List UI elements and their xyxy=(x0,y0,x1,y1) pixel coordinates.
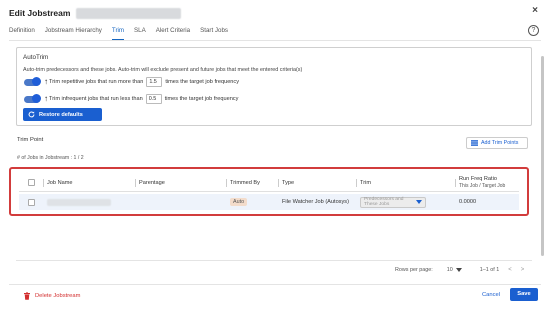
autotrim-description: Auto-trim predecessors and these jobs. A… xyxy=(23,67,303,73)
restore-defaults-label: Restore defaults xyxy=(39,111,83,118)
header-run-freq-ratio[interactable]: Run Freq Ratio This Job / Target Job xyxy=(459,175,505,190)
chevron-down-icon xyxy=(416,200,422,204)
pagination: Rows per page: 10 1–1 of 1 < > xyxy=(395,265,524,275)
tab-bar: Definition Jobstream Hierarchy Trim SLA … xyxy=(9,26,238,40)
run-freq-value: 0.0000 xyxy=(459,199,477,205)
tab-definition[interactable]: Definition xyxy=(9,26,35,40)
tabs-divider xyxy=(9,40,541,41)
delete-jobstream-button[interactable]: Delete Jobstream xyxy=(24,292,80,300)
table-row[interactable]: Auto File Watcher Job (Autosys) Predeces… xyxy=(19,194,519,210)
rows-per-page-select[interactable]: 10 xyxy=(447,267,462,273)
tab-start-jobs[interactable]: Start Jobs xyxy=(200,26,228,40)
save-button[interactable]: Save xyxy=(510,288,538,301)
column-divider xyxy=(278,179,279,187)
trim-point-grid: Job Name Parentage Trimmed By Type Trim … xyxy=(9,167,529,216)
column-divider xyxy=(135,179,136,187)
tab-sla[interactable]: SLA xyxy=(134,26,146,40)
rows-per-page-value: 10 xyxy=(446,267,453,273)
help-icon[interactable]: ? xyxy=(528,25,539,36)
header-trim[interactable]: Trim xyxy=(360,175,371,190)
header-trimmed-by[interactable]: Trimmed By xyxy=(230,175,260,190)
arrow-up-icon: ↑ xyxy=(44,94,48,103)
arrow-up-icon: ↑ xyxy=(44,77,48,86)
vertical-scrollbar[interactable] xyxy=(541,56,544,256)
column-divider xyxy=(356,179,357,187)
header-parentage[interactable]: Parentage xyxy=(139,175,165,190)
delete-jobstream-label: Delete Jobstream xyxy=(35,293,81,299)
job-name-redacted xyxy=(47,198,111,206)
trash-icon xyxy=(24,292,30,300)
infrequent-ratio-input[interactable]: 0.5 xyxy=(145,94,162,104)
trim-select-value: Predecessors and These Jobs xyxy=(364,197,404,207)
autotrim-infrequent-row: ↑ Trim infrequent jobs that run less tha… xyxy=(24,93,238,105)
restore-defaults-button[interactable]: Restore defaults xyxy=(23,108,102,121)
cancel-button[interactable]: Cancel xyxy=(482,292,500,298)
column-divider xyxy=(226,179,227,187)
close-icon[interactable]: × xyxy=(532,5,538,17)
pager-divider xyxy=(16,260,532,261)
add-trim-points-button[interactable]: Add Trim Points xyxy=(466,137,528,149)
trim-select[interactable]: Predecessors and These Jobs xyxy=(360,196,426,208)
row-checkbox[interactable] xyxy=(28,198,35,206)
jobstream-name-redacted xyxy=(76,7,182,19)
autotrim-panel: AutoTrim Auto-trim predecessors and thes… xyxy=(16,47,532,126)
infrequent-toggle[interactable] xyxy=(24,94,41,103)
edit-jobstream-dialog: Edit Jobstream × ? Definition Jobstream … xyxy=(0,0,550,317)
select-all-checkbox[interactable] xyxy=(28,179,35,186)
header-type[interactable]: Type xyxy=(282,175,294,190)
column-divider xyxy=(455,179,456,187)
add-trim-points-label: Add Trim Points xyxy=(481,140,519,146)
chevron-down-icon xyxy=(455,268,462,272)
infrequent-suffix: times the target job frequency xyxy=(164,96,239,102)
rows-per-page-label: Rows per page: xyxy=(395,267,433,273)
trimmed-by-badge: Auto xyxy=(230,198,248,206)
page-range: 1–1 of 1 xyxy=(479,267,500,273)
repetitive-ratio-input[interactable]: 1.5 xyxy=(146,77,163,87)
column-divider xyxy=(43,179,44,187)
run-freq-subtitle: This Job / Target Job xyxy=(459,182,506,189)
prev-page-button[interactable]: < xyxy=(508,267,512,273)
autotrim-repetitive-row: ↑ Trim repetitive jobs that run more tha… xyxy=(24,76,239,88)
job-type: File Watcher Job (Autosys) xyxy=(282,199,349,205)
repetitive-prefix: Trim repetitive jobs that run more than xyxy=(49,79,144,85)
tab-trim[interactable]: Trim xyxy=(111,26,125,40)
repetitive-suffix: times the target job frequency xyxy=(165,79,240,85)
autotrim-title: AutoTrim xyxy=(23,54,49,61)
repetitive-toggle[interactable] xyxy=(24,77,41,86)
dialog-title: Edit Jobstream xyxy=(9,8,71,18)
tab-jobstream-hierarchy[interactable]: Jobstream Hierarchy xyxy=(45,26,102,40)
grid-header-divider xyxy=(19,191,519,192)
tab-alert-criteria[interactable]: Alert Criteria xyxy=(156,26,190,40)
grid-header: Job Name Parentage Trimmed By Type Trim … xyxy=(19,175,519,190)
trim-point-title: Trim Point xyxy=(17,137,44,143)
infrequent-prefix: Trim infrequent jobs that run less than xyxy=(49,96,143,102)
footer-divider xyxy=(9,284,541,285)
next-page-button[interactable]: > xyxy=(521,267,525,273)
refresh-icon xyxy=(28,111,35,118)
list-add-icon xyxy=(471,140,478,146)
header-job-name[interactable]: Job Name xyxy=(47,175,73,190)
dialog-title-row: Edit Jobstream xyxy=(9,6,182,20)
jobs-count: # of Jobs in Jobstream : 1 / 2 xyxy=(17,155,84,161)
